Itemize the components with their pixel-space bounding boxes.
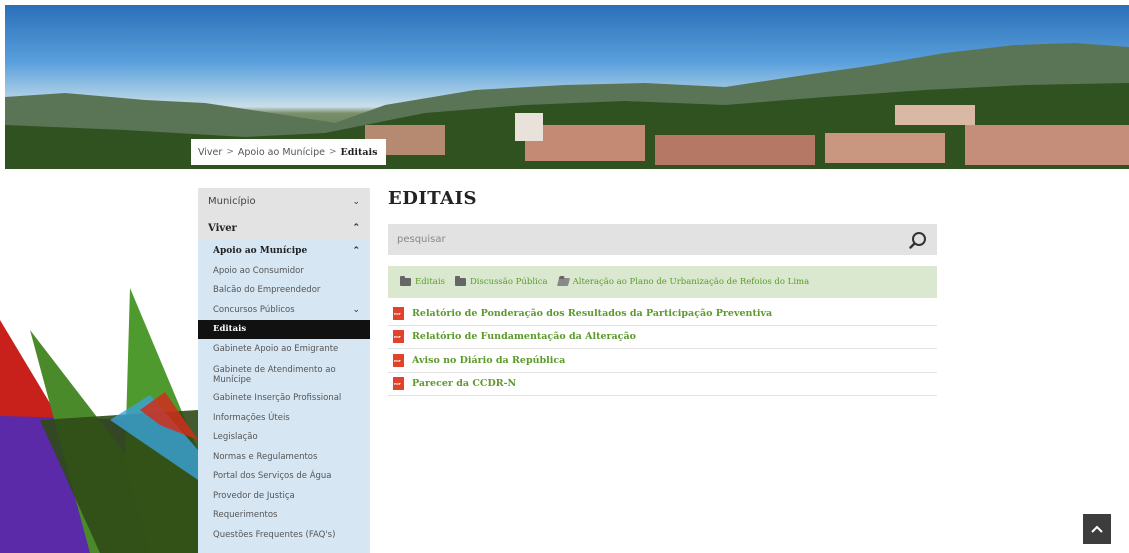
sidebar-item-requerimentos[interactable]: Requerimentos — [198, 506, 370, 526]
document-link[interactable]: Relatório de Ponderação dos Resultados d… — [388, 302, 937, 326]
search-bar — [388, 224, 937, 255]
scroll-to-top-button[interactable] — [1083, 514, 1111, 544]
chevron-up-icon: ⌃ — [352, 245, 360, 256]
sidebar-subsection-label: Apoio ao Munícipe — [213, 245, 308, 256]
breadcrumb: Viver > Apoio ao Munícipe > Editais — [191, 139, 386, 165]
sidebar-item-label: Legislação — [213, 432, 258, 443]
sidebar-item-label: Requerimentos — [213, 510, 278, 521]
document-link[interactable]: Relatório de Fundamentação da Alteração — [388, 326, 937, 349]
search-icon[interactable] — [909, 231, 927, 249]
sidebar-item-apoio-consumidor[interactable]: Apoio ao Consumidor — [198, 261, 370, 281]
decorative-shapes — [0, 288, 198, 553]
folder-link-discussao-publica[interactable]: Discussão Pública — [454, 276, 548, 287]
sidebar-nav: Município ⌄ Viver ⌃ Apoio ao Munícipe ⌃ … — [198, 188, 370, 553]
folder-label: Alteração ao Plano de Urbanização de Ref… — [572, 277, 810, 287]
pdf-icon — [393, 377, 404, 391]
sidebar-item-municipio[interactable]: Município ⌄ — [198, 188, 370, 215]
breadcrumb-current: Editais — [340, 146, 378, 158]
document-title: Relatório de Ponderação dos Resultados d… — [412, 307, 773, 319]
sidebar-item-faq[interactable]: Questões Frequentes (FAQ's) — [198, 525, 370, 545]
breadcrumb-separator: > — [226, 147, 234, 157]
document-title: Parecer da CCDR-N — [412, 378, 517, 390]
pdf-icon — [393, 306, 404, 320]
sidebar-item-label: Provedor de Justiça — [213, 490, 295, 501]
breadcrumb-link-viver[interactable]: Viver — [198, 147, 222, 158]
page-title: EDITAIS — [388, 188, 478, 209]
folder-icon — [400, 276, 411, 286]
sidebar-item-informacoes-uteis[interactable]: Informações Úteis — [198, 408, 370, 428]
sidebar-item-label: Concursos Públicos — [213, 304, 295, 315]
document-title: Aviso no Diário da República — [412, 354, 566, 366]
pdf-icon — [393, 353, 404, 367]
document-link[interactable]: Aviso no Diário da República — [388, 349, 937, 373]
sidebar-subsection-apoio[interactable]: Apoio ao Munícipe ⌃ — [198, 240, 370, 261]
chevron-down-icon: ⌄ — [352, 304, 360, 315]
sidebar-item-label: Questões Frequentes (FAQ's) — [213, 529, 336, 540]
sidebar-item-label: Balcão do Empreendedor — [213, 285, 321, 296]
breadcrumb-link-apoio[interactable]: Apoio ao Munícipe — [238, 147, 325, 158]
folder-breadcrumb-bar: Editais Discussão Pública Alteração ao P… — [388, 266, 937, 298]
pdf-icon — [393, 330, 404, 344]
folder-link-editais[interactable]: Editais — [400, 276, 445, 287]
document-link[interactable]: Parecer da CCDR-N — [388, 373, 937, 396]
sidebar-item-gabinete-emigrante[interactable]: Gabinete Apoio ao Emigrante — [198, 339, 370, 359]
document-title: Relatório de Fundamentação da Alteração — [412, 331, 636, 343]
sidebar-section-viver[interactable]: Viver ⌃ — [198, 216, 370, 240]
folder-label: Discussão Pública — [469, 277, 548, 287]
chevron-down-icon: ⌄ — [352, 196, 360, 207]
sidebar-item-label: Município — [208, 196, 256, 207]
sidebar-item-label: Normas e Regulamentos — [213, 451, 318, 462]
folder-link-alteracao-plano[interactable]: Alteração ao Plano de Urbanização de Ref… — [556, 277, 810, 287]
sidebar-item-portal-agua[interactable]: Portal dos Serviços de Água — [198, 467, 370, 487]
document-list: Relatório de Ponderação dos Resultados d… — [388, 302, 937, 396]
search-input[interactable] — [397, 234, 877, 245]
folder-label: Editais — [415, 277, 445, 287]
sidebar-item-gabinete-insercao[interactable]: Gabinete Inserção Profissional — [198, 389, 370, 409]
chevron-up-icon — [1091, 525, 1103, 533]
sidebar-item-label: Informações Úteis — [213, 412, 290, 423]
sidebar-item-label: Apoio ao Consumidor — [213, 265, 304, 276]
sidebar-item-editais[interactable]: Editais — [198, 319, 370, 339]
sidebar-item-provedor-justica[interactable]: Provedor de Justiça — [198, 486, 370, 506]
sidebar-item-label: Gabinete Inserção Profissional — [213, 393, 342, 404]
sidebar-item-concursos-publicos[interactable]: Concursos Públicos ⌄ — [198, 300, 370, 320]
sidebar-section-label: Viver — [208, 222, 237, 234]
sidebar-item-label: Editais — [213, 324, 247, 335]
sidebar-item-gabinete-atendimento[interactable]: Gabinete de Atendimento ao Munícipe — [198, 359, 370, 389]
sidebar-item-label: Gabinete Apoio ao Emigrante — [213, 343, 339, 354]
sidebar-item-label: Portal dos Serviços de Água — [213, 471, 332, 482]
sidebar-item-balcao-empreendedor[interactable]: Balcão do Empreendedor — [198, 281, 370, 301]
breadcrumb-separator: > — [328, 147, 337, 157]
sidebar-item-legislacao[interactable]: Legislação — [198, 428, 370, 448]
folder-open-icon — [556, 278, 570, 286]
chevron-up-icon: ⌃ — [352, 223, 360, 233]
header-banner-image — [5, 5, 1129, 169]
sidebar-item-label: Gabinete de Atendimento ao Munícipe — [213, 365, 336, 385]
sidebar-item-normas[interactable]: Normas e Regulamentos — [198, 447, 370, 467]
folder-icon — [454, 276, 466, 286]
